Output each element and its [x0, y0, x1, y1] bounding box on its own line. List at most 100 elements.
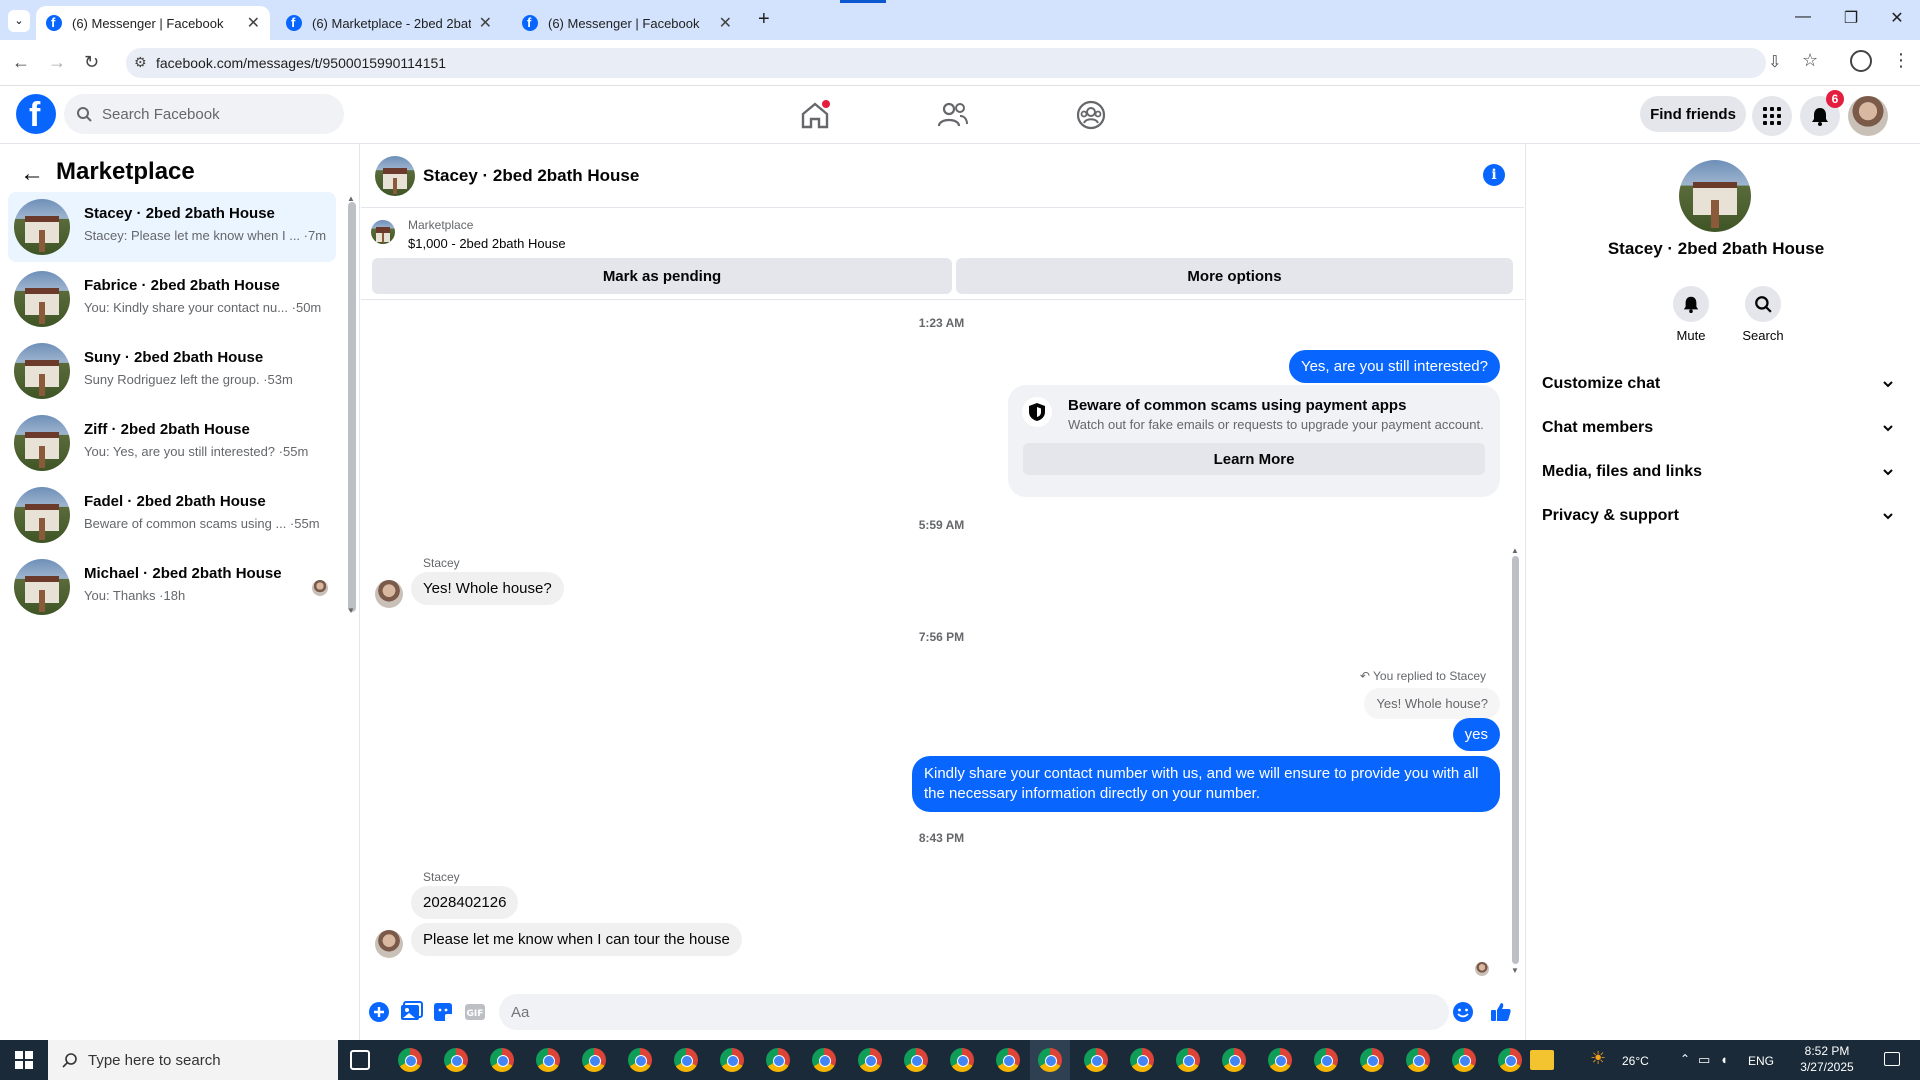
reload-icon[interactable]: ↻ [84, 52, 99, 73]
scroll-down-icon[interactable]: ▼ [347, 606, 355, 615]
maximize-icon[interactable]: ❐ [1828, 8, 1874, 28]
scroll-down-icon[interactable]: ▼ [1511, 966, 1519, 975]
scroll-up-icon[interactable]: ▲ [1511, 546, 1519, 555]
chrome-app-icon[interactable] [582, 1048, 606, 1072]
sender-avatar[interactable] [375, 930, 403, 958]
notification-center-icon[interactable] [1884, 1052, 1900, 1066]
outgoing-message[interactable]: Yes, are you still interested? [1288, 350, 1500, 383]
conversation-item[interactable]: Michael · 2bed 2bath House You: Thanks ·… [8, 552, 336, 622]
chat-members-section[interactable]: Chat members [1542, 406, 1894, 450]
volume-icon[interactable]: ◖ [1720, 1052, 1728, 1067]
chrome-app-icon[interactable] [490, 1048, 514, 1072]
chrome-app-icon[interactable] [1406, 1048, 1430, 1072]
back-arrow-icon[interactable]: ← [20, 160, 44, 188]
sender-avatar[interactable] [375, 580, 403, 608]
chrome-app-icon[interactable] [858, 1048, 882, 1072]
chrome-app-icon[interactable] [1130, 1048, 1154, 1072]
plus-circle-icon[interactable] [367, 1000, 391, 1024]
info-icon[interactable]: i [1483, 164, 1505, 186]
conversation-item[interactable]: Stacey · 2bed 2bath House Stacey: Please… [8, 192, 336, 262]
conversation-item[interactable]: Ziff · 2bed 2bath House You: Yes, are yo… [8, 408, 336, 478]
friends-icon[interactable] [936, 98, 970, 132]
tab-search-icon[interactable]: ⌄ [8, 10, 30, 32]
tab-messenger-2[interactable]: (6) Messenger | Facebook ✕ [512, 6, 742, 40]
chrome-app-icon[interactable] [950, 1048, 974, 1072]
tab-close-icon[interactable]: ✕ [719, 13, 732, 33]
chrome-app-icon[interactable] [996, 1048, 1020, 1072]
facebook-logo-icon[interactable]: f [16, 94, 56, 134]
incoming-message[interactable]: Yes! Whole house? [411, 572, 564, 605]
chrome-app-icon[interactable] [398, 1048, 422, 1072]
start-button[interactable] [0, 1040, 48, 1080]
install-icon[interactable]: ⇩ [1768, 52, 1781, 72]
chrome-app-icon[interactable] [1222, 1048, 1246, 1072]
chat-profile-avatar[interactable] [1679, 160, 1751, 232]
listing-thumbnail[interactable] [371, 220, 395, 244]
menu-grid-button[interactable] [1752, 96, 1792, 136]
chat-title[interactable]: Stacey · 2bed 2bath House [423, 166, 639, 186]
conversation-scrollbar[interactable] [348, 202, 356, 612]
chrome-app-icon[interactable] [904, 1048, 928, 1072]
replied-quote[interactable]: Yes! Whole house? [1364, 688, 1500, 719]
find-friends-button[interactable]: Find friends [1640, 96, 1746, 132]
chrome-app-icon[interactable] [1084, 1048, 1108, 1072]
clock[interactable]: 8:52 PM 3/27/2025 [1792, 1044, 1862, 1074]
outgoing-message[interactable]: Kindly share your contact number with us… [912, 756, 1500, 812]
chat-scrollbar[interactable] [1512, 556, 1519, 964]
taskbar-search-box[interactable]: Type here to search [48, 1040, 338, 1080]
chrome-app-icon[interactable] [1360, 1048, 1384, 1072]
chrome-app-icon[interactable] [720, 1048, 744, 1072]
new-tab-icon[interactable]: + [758, 8, 770, 31]
thumbs-up-icon[interactable] [1489, 1000, 1513, 1024]
outgoing-message[interactable]: yes [1452, 718, 1500, 751]
chrome-app-icon[interactable] [1314, 1048, 1338, 1072]
incoming-message[interactable]: Please let me know when I can tour the h… [411, 923, 742, 956]
conversation-item[interactable]: Fadel · 2bed 2bath House Beware of commo… [8, 480, 336, 550]
gif-icon[interactable]: GIF [463, 1000, 487, 1024]
incoming-message[interactable]: 2028402126 [411, 886, 519, 919]
more-options-button[interactable]: More options [956, 258, 1513, 294]
chrome-app-icon[interactable] [1498, 1048, 1522, 1072]
bookmark-star-icon[interactable]: ☆ [1802, 50, 1818, 71]
emoji-icon[interactable] [1451, 1000, 1475, 1024]
sticker-icon[interactable] [431, 1000, 455, 1024]
message-input[interactable] [499, 994, 1449, 1030]
tab-close-icon[interactable]: ✕ [479, 13, 492, 33]
address-bar[interactable]: ⚙ facebook.com/messages/t/95000159901141… [126, 48, 1766, 78]
media-files-links-section[interactable]: Media, files and links [1542, 450, 1894, 494]
mute-button[interactable]: Mute [1656, 286, 1726, 343]
forward-arrow-icon[interactable]: → [48, 52, 66, 73]
conversation-item[interactable]: Fabrice · 2bed 2bath House You: Kindly s… [8, 264, 336, 334]
home-icon[interactable] [798, 98, 832, 132]
tab-messenger-1[interactable]: (6) Messenger | Facebook ✕ [36, 6, 270, 40]
weather-icon[interactable]: ☀ [1590, 1048, 1606, 1069]
search-facebook-field[interactable]: Search Facebook [64, 94, 344, 134]
groups-icon[interactable] [1074, 98, 1108, 132]
chrome-app-icon[interactable] [628, 1048, 652, 1072]
customize-chat-section[interactable]: Customize chat [1542, 362, 1894, 406]
temperature[interactable]: 26°C [1622, 1054, 1649, 1068]
chrome-app-icon[interactable] [1038, 1048, 1062, 1072]
search-conversation-button[interactable]: Search [1728, 286, 1798, 343]
privacy-support-section[interactable]: Privacy & support [1542, 494, 1894, 538]
profile-icon[interactable] [1850, 50, 1872, 72]
mark-as-pending-button[interactable]: Mark as pending [372, 258, 952, 294]
chrome-app-icon[interactable] [536, 1048, 560, 1072]
tab-close-icon[interactable]: ✕ [247, 13, 260, 33]
window-close-icon[interactable]: ✕ [1874, 8, 1920, 28]
site-info-icon[interactable]: ⚙ [134, 54, 147, 71]
menu-dots-icon[interactable]: ⋮ [1892, 50, 1910, 71]
file-explorer-icon[interactable] [1530, 1050, 1554, 1070]
back-arrow-icon[interactable]: ← [12, 52, 30, 73]
chrome-app-icon[interactable] [1268, 1048, 1292, 1072]
chrome-app-icon[interactable] [766, 1048, 790, 1072]
listing-price[interactable]: $1,000 - 2bed 2bath House [408, 236, 566, 251]
language-indicator[interactable]: ENG [1748, 1054, 1774, 1068]
chat-avatar[interactable] [375, 156, 415, 196]
tab-marketplace[interactable]: (6) Marketplace - 2bed 2bath H ✕ [276, 6, 502, 40]
chrome-app-icon[interactable] [674, 1048, 698, 1072]
learn-more-button[interactable]: Learn More [1023, 443, 1485, 475]
minimize-icon[interactable]: — [1780, 8, 1826, 26]
photo-icon[interactable] [399, 1000, 423, 1024]
tray-chevron-icon[interactable]: ⌃ [1680, 1052, 1690, 1066]
